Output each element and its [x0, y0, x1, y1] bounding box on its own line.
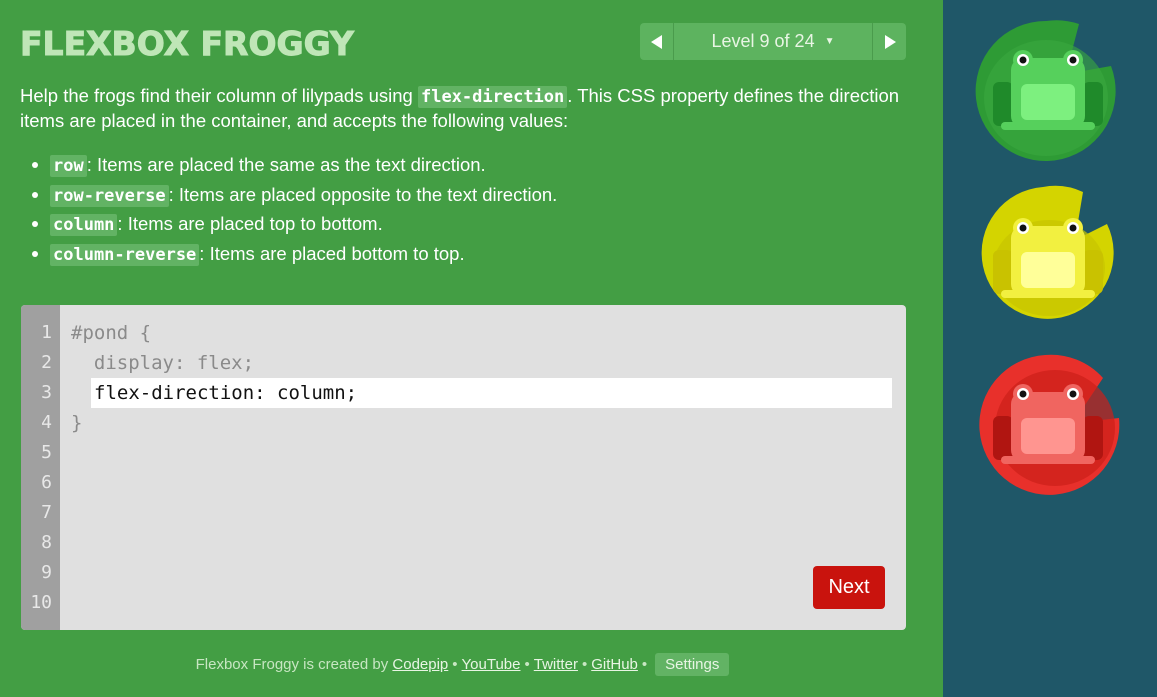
level-selector[interactable]: Level 9 of 24 ▼ — [674, 23, 872, 60]
line-number: 4 — [41, 412, 52, 433]
code-editor: 1 2 3 4 5 6 7 8 9 10 #pond { display: fl… — [21, 305, 906, 630]
line-number: 6 — [41, 472, 52, 493]
footer-credit: Flexbox Froggy is created by — [195, 656, 389, 673]
twitter-link[interactable]: Twitter — [534, 656, 578, 673]
value-code: column-reverse — [50, 243, 200, 266]
value-code: column — [50, 214, 118, 236]
line-number: 8 — [41, 532, 52, 553]
property-code: flex-direction — [417, 86, 568, 108]
github-link[interactable]: GitHub — [591, 656, 638, 673]
line-number: 5 — [41, 442, 52, 463]
value-code: row-reverse — [50, 184, 169, 207]
line-number: 2 — [41, 352, 52, 373]
level-navigation: Level 9 of 24 ▼ — [640, 23, 906, 60]
next-button[interactable]: Next — [813, 566, 885, 609]
code-line: #pond { — [71, 322, 152, 344]
value-code: row — [50, 155, 87, 177]
values-list: row: Items are placed the same as the te… — [31, 150, 558, 269]
list-item: row: Items are placed the same as the te… — [31, 150, 557, 180]
separator: • — [581, 656, 588, 673]
yellow-frog — [993, 218, 1103, 298]
youtube-link[interactable]: YouTube — [462, 656, 521, 673]
css-code-input[interactable] — [91, 378, 892, 408]
value-description: : Items are placed top to bottom. — [117, 213, 383, 234]
code-line: display: flex; — [71, 352, 255, 374]
instructions: Help the frogs find their column of lily… — [20, 84, 910, 133]
level-indicator: Level 9 of 24 — [711, 31, 815, 51]
line-number: 9 — [41, 562, 52, 583]
separator: • — [452, 656, 458, 673]
line-number: 10 — [30, 592, 52, 613]
separator: • — [641, 656, 648, 673]
value-description: : Items are placed opposite to the text … — [168, 183, 558, 205]
pond-board — [943, 0, 1157, 697]
settings-button[interactable]: Settings — [655, 653, 730, 676]
instructions-text: Help the frogs find their column of lily… — [20, 85, 418, 106]
list-item: row-reverse: Items are placed opposite t… — [31, 180, 558, 210]
list-item: column-reverse: Items are placed bottom … — [31, 239, 557, 269]
red-frog — [993, 384, 1103, 464]
triangle-left-icon — [650, 34, 662, 49]
sidebar: FLEXBOX FROGGY Level 9 of 24 ▼ Help the … — [0, 0, 943, 697]
line-number: 1 — [41, 322, 52, 343]
caret-down-icon: ▼ — [824, 36, 835, 47]
separator: • — [524, 656, 530, 673]
green-frog — [993, 50, 1103, 130]
app-title: FLEXBOX FROGGY — [20, 24, 355, 64]
footer: Flexbox Froggy is created by Codepip • You… — [0, 653, 925, 676]
triangle-right-icon — [884, 34, 896, 49]
line-number: 7 — [41, 502, 52, 523]
line-number: 3 — [41, 382, 52, 403]
list-item: column: Items are placed top to bottom. — [31, 209, 557, 239]
value-description: : Items are placed the same as the text … — [86, 154, 486, 175]
next-level-button[interactable] — [872, 23, 906, 60]
value-description: : Items are placed bottom to top. — [199, 242, 465, 264]
line-number-gutter: 1 2 3 4 5 6 7 8 9 10 — [21, 305, 60, 630]
code-line: } — [71, 412, 83, 434]
previous-level-button[interactable] — [640, 23, 674, 60]
codepip-link[interactable]: Codepip — [392, 656, 448, 673]
